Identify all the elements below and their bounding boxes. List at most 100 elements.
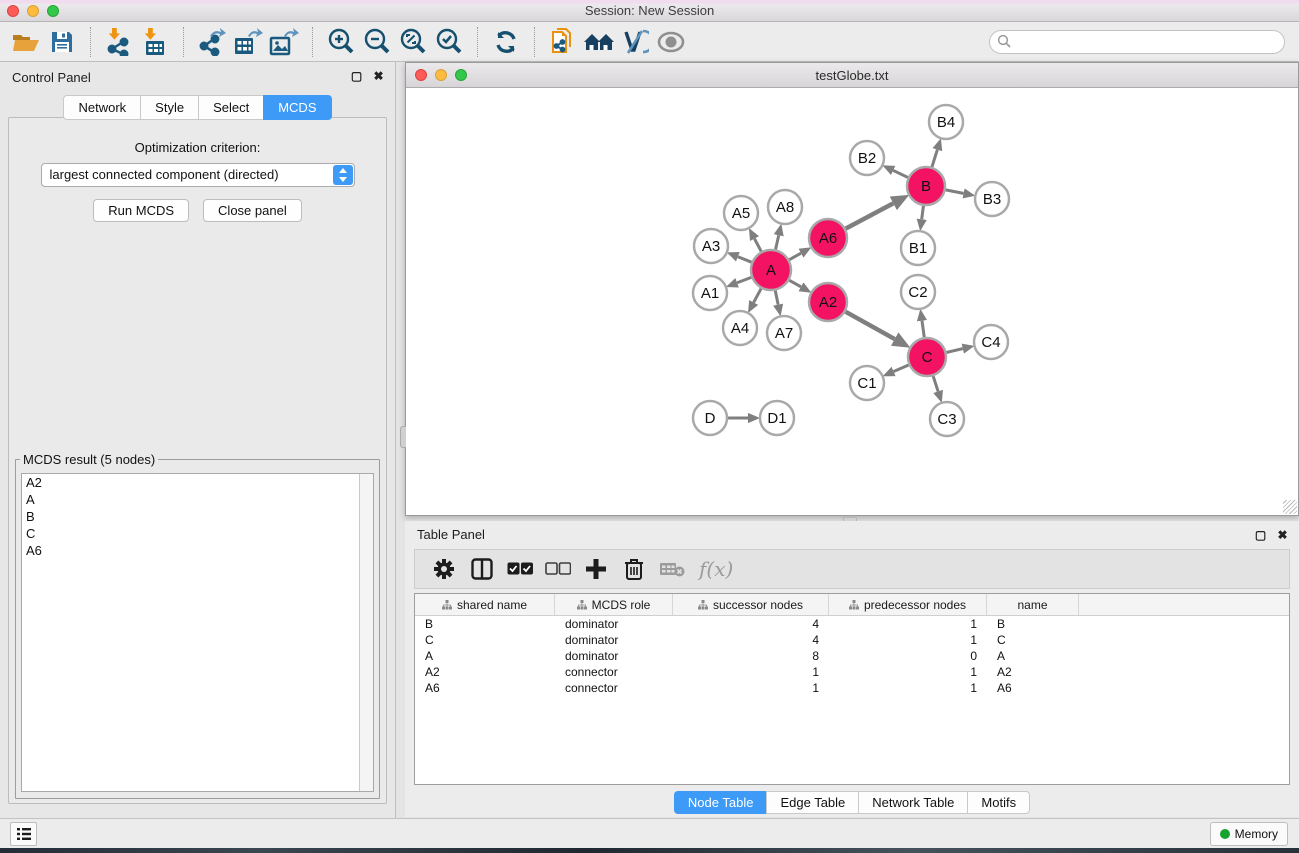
tab-edge-table[interactable]: Edge Table xyxy=(766,791,858,814)
table-cell[interactable]: connector xyxy=(555,665,673,679)
tab-select[interactable]: Select xyxy=(198,95,263,120)
save-session-button[interactable] xyxy=(44,25,80,59)
import-table-button[interactable] xyxy=(137,25,173,59)
table-cell[interactable]: 1 xyxy=(829,665,987,679)
node-C4[interactable]: C4 xyxy=(974,325,1008,359)
zoom-in-button[interactable] xyxy=(323,25,359,59)
float-panel-icon[interactable]: ▢ xyxy=(1254,529,1267,542)
column-header-shared-name[interactable]: shared name xyxy=(415,594,555,615)
show-graphics-details-button[interactable] xyxy=(653,25,689,59)
tab-mcds[interactable]: MCDS xyxy=(263,95,331,120)
close-panel-icon[interactable]: ✖ xyxy=(1276,529,1289,542)
network-canvas[interactable]: B4B2BB3A8A5A6A3B1AC2A1A2A4A7C4CC1DD1C3 xyxy=(407,89,1297,515)
edge-C-C1[interactable] xyxy=(894,365,909,372)
node-A7[interactable]: A7 xyxy=(767,316,801,350)
table-row[interactable]: Bdominator41B xyxy=(415,616,1289,632)
network-window-titlebar[interactable]: testGlobe.txt xyxy=(406,63,1298,88)
table-cell[interactable]: 1 xyxy=(829,633,987,647)
scrollbar-track[interactable] xyxy=(359,474,373,791)
node-B3[interactable]: B3 xyxy=(975,182,1009,216)
run-mcds-button[interactable]: Run MCDS xyxy=(93,199,189,222)
node-A[interactable]: A xyxy=(751,250,791,290)
edge-A-A8[interactable] xyxy=(776,235,779,249)
close-panel-icon[interactable]: ✖ xyxy=(372,70,385,83)
node-table[interactable]: shared nameMCDS rolesuccessor nodesprede… xyxy=(414,593,1290,785)
table-settings-button[interactable] xyxy=(427,552,461,586)
edge-B-B2[interactable] xyxy=(893,170,908,177)
column-header-successor-nodes[interactable]: successor nodes xyxy=(673,594,829,615)
node-A1[interactable]: A1 xyxy=(693,276,727,310)
table-cell[interactable]: B xyxy=(415,617,555,631)
node-C[interactable]: C xyxy=(908,338,946,376)
open-session-button[interactable] xyxy=(8,25,44,59)
table-cell[interactable]: 4 xyxy=(673,617,829,631)
node-D1[interactable]: D1 xyxy=(760,401,794,435)
edge-A-A6[interactable] xyxy=(789,253,801,260)
result-item[interactable]: B xyxy=(22,508,373,525)
result-item[interactable]: C xyxy=(22,525,373,542)
edge-A-A1[interactable] xyxy=(737,277,751,282)
edge-A-A5[interactable] xyxy=(755,239,762,252)
column-header-name[interactable]: name xyxy=(987,594,1079,615)
export-image-button[interactable] xyxy=(266,25,302,59)
new-session-from-network-button[interactable] xyxy=(545,25,581,59)
delete-table-button[interactable] xyxy=(655,552,689,586)
node-A2[interactable]: A2 xyxy=(809,283,847,321)
edge-A6-B[interactable] xyxy=(846,203,894,228)
table-cell[interactable]: A2 xyxy=(987,665,1079,679)
table-cell[interactable]: A6 xyxy=(987,681,1079,695)
node-C3[interactable]: C3 xyxy=(930,402,964,436)
table-cell[interactable]: 1 xyxy=(829,617,987,631)
node-C1[interactable]: C1 xyxy=(850,366,884,400)
edge-A-A4[interactable] xyxy=(754,289,761,303)
table-row[interactable]: A6connector11A6 xyxy=(415,680,1289,696)
edge-B-B3[interactable] xyxy=(946,190,964,194)
table-cell[interactable]: dominator xyxy=(555,617,673,631)
table-cell[interactable]: A xyxy=(987,649,1079,663)
optimization-criterion-select[interactable]: largest connected component (directed) xyxy=(41,163,355,187)
home-button[interactable] xyxy=(581,25,617,59)
float-panel-icon[interactable]: ▢ xyxy=(350,70,363,83)
node-A5[interactable]: A5 xyxy=(724,196,758,230)
result-item[interactable]: A xyxy=(22,491,373,508)
table-cell[interactable]: A2 xyxy=(415,665,555,679)
zoom-selected-button[interactable] xyxy=(431,25,467,59)
table-cell[interactable]: 1 xyxy=(829,681,987,695)
table-cell[interactable]: A6 xyxy=(415,681,555,695)
tab-style[interactable]: Style xyxy=(140,95,198,120)
table-cell[interactable]: B xyxy=(987,617,1079,631)
edge-C-C2[interactable] xyxy=(922,321,924,337)
table-cell[interactable]: A xyxy=(415,649,555,663)
export-network-button[interactable] xyxy=(194,25,230,59)
column-header-MCDS-role[interactable]: MCDS role xyxy=(555,594,673,615)
table-cell[interactable]: 4 xyxy=(673,633,829,647)
add-column-button[interactable] xyxy=(579,552,613,586)
tab-network[interactable]: Network xyxy=(63,95,140,120)
edge-A-A7[interactable] xyxy=(775,291,778,305)
edge-C-C4[interactable] xyxy=(946,349,962,353)
table-cell[interactable]: C xyxy=(987,633,1079,647)
column-header-predecessor-nodes[interactable]: predecessor nodes xyxy=(829,594,987,615)
result-item[interactable]: A6 xyxy=(22,542,373,559)
tab-motifs[interactable]: Motifs xyxy=(967,791,1030,814)
zoom-fit-button[interactable] xyxy=(395,25,431,59)
node-C2[interactable]: C2 xyxy=(901,275,935,309)
node-A8[interactable]: A8 xyxy=(768,190,802,224)
refresh-button[interactable] xyxy=(488,25,524,59)
edge-B-B1[interactable] xyxy=(922,206,924,219)
tool-palette-handle[interactable] xyxy=(400,426,406,448)
import-network-button[interactable] xyxy=(101,25,137,59)
table-row[interactable]: Cdominator41C xyxy=(415,632,1289,648)
node-B1[interactable]: B1 xyxy=(901,231,935,265)
function-builder-button[interactable]: f(x) xyxy=(699,557,733,581)
table-cell[interactable]: 8 xyxy=(673,649,829,663)
table-cell[interactable]: dominator xyxy=(555,649,673,663)
table-cell[interactable]: 1 xyxy=(673,665,829,679)
hide-labels-button[interactable] xyxy=(617,25,653,59)
table-row[interactable]: A2connector11A2 xyxy=(415,664,1289,680)
node-B4[interactable]: B4 xyxy=(929,105,963,139)
node-D[interactable]: D xyxy=(693,401,727,435)
task-history-button[interactable] xyxy=(10,822,37,846)
table-row[interactable]: Adominator80A xyxy=(415,648,1289,664)
table-cell[interactable]: C xyxy=(415,633,555,647)
